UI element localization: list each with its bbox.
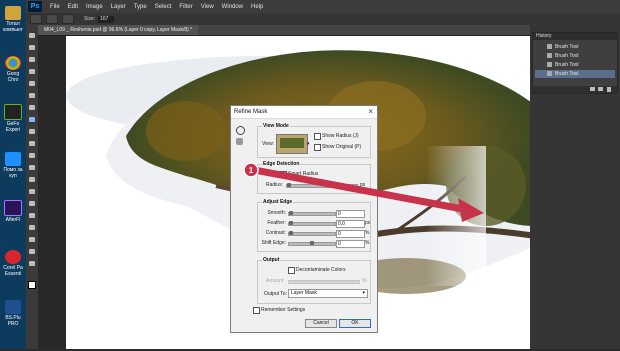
annotation-overlay: 1 xyxy=(243,162,484,222)
annotation-number: 1 xyxy=(249,166,254,175)
annotation-arrow-head-icon xyxy=(458,198,484,222)
annotation-arrow-line xyxy=(250,166,472,214)
